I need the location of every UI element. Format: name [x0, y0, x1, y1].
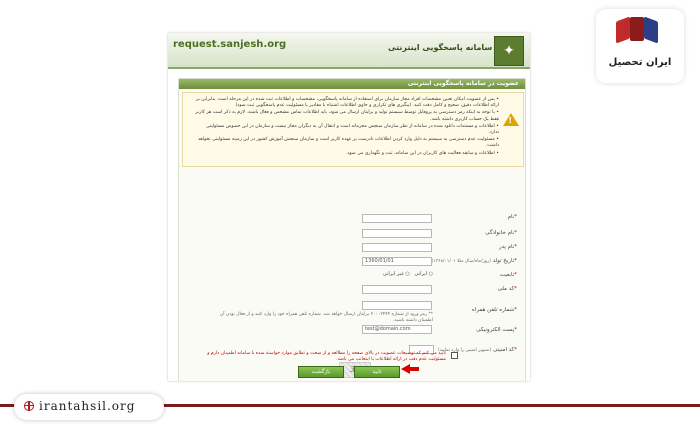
notice-item: • مسئولیت عدم دسترسی به سیستم به دلیل وا…: [197, 137, 499, 149]
notice-item: • اطلاعات و سابقه فعالیت های کاربران در …: [345, 150, 499, 156]
nationality-label: *تابعیت: [499, 272, 517, 278]
nationality-radio-iranian[interactable]: ○ ایرانی: [415, 271, 433, 277]
notice-item: • پس از عضویت امکان تعیین مشخصات افراد م…: [196, 97, 499, 109]
back-button[interactable]: بازگشت: [298, 366, 344, 378]
pointer-arrow-tail: [409, 367, 419, 371]
first-name-input[interactable]: [362, 214, 432, 223]
panel-header: عضویت در سامانه پاسخگویی اینترنتی: [179, 79, 525, 89]
father-name-label: *نام پدر: [498, 244, 517, 250]
domain-badge[interactable]: irantahsil.org: [14, 394, 164, 420]
globe-icon-line: [28, 401, 30, 411]
site-logo: ✦: [494, 36, 524, 66]
warning-mark-icon: !: [508, 116, 512, 125]
last-name-label: *نام خانوادگی: [485, 230, 517, 236]
father-name-input[interactable]: [362, 243, 432, 252]
mobile-hint: ** رمز ورود از شماره ۲۰۰۰۲۴۴۴ برایتان ار…: [219, 312, 433, 323]
birth-date-label: *تاریخ تولد (روز/ماه/سال مثلا ۱۳۶۸/۰۱/۰۱…: [431, 258, 517, 264]
birth-date-input[interactable]: 1360/01/01: [362, 257, 432, 266]
captcha-label: *کد امنیتی (تصویر امنیتی را وارد نمایید): [438, 347, 517, 353]
site-title: سامانه پاسخگویی اینترنتی: [388, 43, 493, 52]
book-icon: [644, 16, 658, 44]
site-header: request.sanjesh.org سامانه پاسخگویی اینت…: [168, 33, 530, 69]
mobile-input[interactable]: [362, 301, 432, 310]
notice-item: • اطلاعات و مستندات دانلود شده در سامانه…: [205, 123, 499, 136]
first-name-label: *نام: [507, 214, 517, 220]
book-icon: [616, 16, 630, 44]
brand-name: ایران تحصیل: [608, 57, 672, 68]
notice-box: • پس از عضویت امکان تعیین مشخصات افراد م…: [182, 92, 524, 167]
notice-text: • پس از عضویت امکان تعیین مشخصات افراد م…: [194, 97, 499, 158]
book-icon: [630, 17, 644, 41]
email-input[interactable]: test@domain.com: [362, 325, 432, 334]
site-url[interactable]: request.sanjesh.org: [173, 39, 286, 50]
confirm-text: تایید می کنم که توضیحات عضویت در بالای ص…: [207, 351, 446, 362]
email-label: *پست الکترونیکی: [476, 327, 517, 333]
screenshot-frame: request.sanjesh.org سامانه پاسخگویی اینت…: [168, 33, 530, 381]
mobile-label: *شماره تلفن همراه: [471, 307, 517, 313]
submit-button[interactable]: تایید: [354, 366, 400, 378]
notice-item: • با توجه به اینکه رمز دسترسی به پروفایل…: [195, 110, 499, 122]
brand-logo: ایران تحصیل: [596, 9, 684, 83]
confirm-checkbox[interactable]: [451, 352, 458, 359]
last-name-input[interactable]: [362, 229, 432, 238]
domain-text: irantahsil.org: [39, 399, 136, 413]
nationality-radio-group: ○ ایرانی ○ غیر ایرانی: [363, 271, 433, 280]
registration-panel: عضویت در سامانه پاسخگویی اینترنتی • پس ا…: [178, 78, 526, 381]
national-code-label: *کد ملی: [497, 286, 517, 292]
national-code-input[interactable]: [362, 285, 432, 294]
nationality-radio-foreign[interactable]: ○ غیر ایرانی: [383, 271, 410, 277]
panel-title: عضویت در سامانه پاسخگویی اینترنتی: [407, 80, 519, 87]
